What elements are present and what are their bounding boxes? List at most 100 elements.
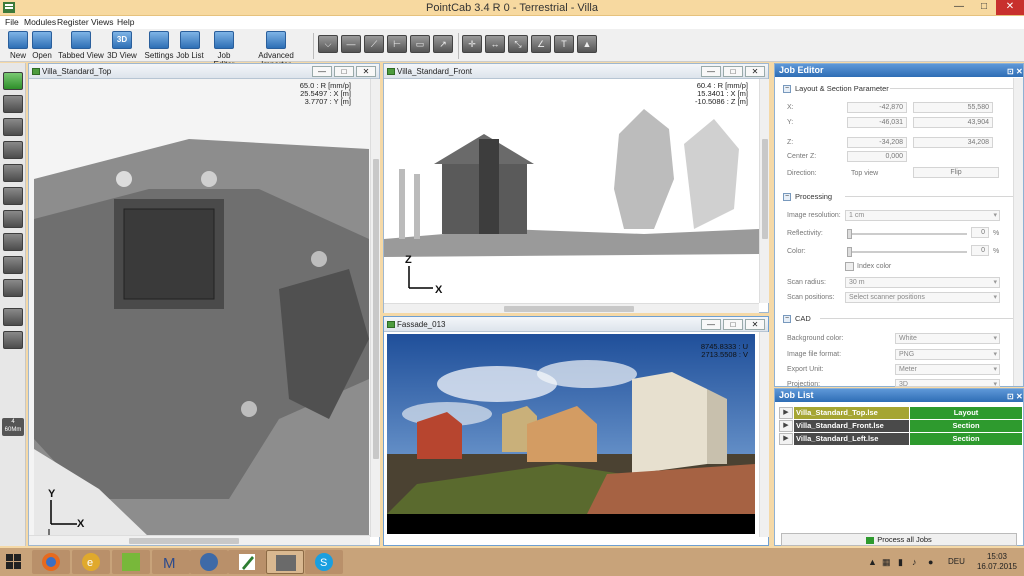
table-icon[interactable] bbox=[3, 141, 23, 159]
move-icon[interactable]: ✛ bbox=[462, 35, 482, 53]
minimize-view-button[interactable]: — bbox=[701, 66, 721, 77]
top-view-vscroll[interactable] bbox=[370, 79, 380, 537]
job-editor-scrollbar[interactable] bbox=[1013, 78, 1023, 386]
tray-arrow-icon[interactable]: ▲ bbox=[868, 557, 877, 567]
draw-diagonal-icon[interactable]: ⟋ bbox=[364, 35, 384, 53]
menu-modules[interactable]: Modules bbox=[24, 17, 56, 27]
draw-line-icon[interactable]: — bbox=[341, 35, 361, 53]
3d-view-button[interactable]: 3D 3D View bbox=[106, 31, 138, 60]
draw-rectangle-icon[interactable]: ▭ bbox=[410, 35, 430, 53]
windows-start-icon[interactable] bbox=[6, 554, 22, 570]
front-view-window[interactable]: Villa_Standard_Front — □ ✕ 60.4 : R [mm/… bbox=[383, 63, 769, 313]
angle-icon[interactable]: ∠ bbox=[531, 35, 551, 53]
flip-button[interactable]: Flip bbox=[913, 167, 999, 178]
menu-register[interactable]: Register bbox=[57, 17, 89, 27]
collapse-icon[interactable]: − bbox=[783, 85, 791, 94]
draw-segment-icon[interactable]: ⊢ bbox=[387, 35, 407, 53]
close-view-button[interactable]: ✕ bbox=[745, 66, 765, 77]
panorama-window[interactable]: Fassade_013 — □ ✕ 8745.8333 : U 2713.550… bbox=[383, 316, 769, 546]
color-field[interactable]: 0 bbox=[971, 245, 989, 256]
minimize-button[interactable]: — bbox=[946, 0, 972, 15]
resize-icon[interactable]: ↔ bbox=[485, 35, 505, 53]
terrain-icon[interactable] bbox=[3, 233, 23, 251]
job-row[interactable]: ▶ Villa_Standard_Top.lse Layout bbox=[779, 407, 1022, 419]
scale-icon[interactable]: ⤡ bbox=[508, 35, 528, 53]
skype-icon[interactable]: S bbox=[305, 550, 343, 574]
minimize-view-button[interactable]: — bbox=[312, 66, 332, 77]
z-min-field[interactable]: -34,208 bbox=[847, 137, 907, 148]
x-min-field[interactable]: -42,870 bbox=[847, 102, 907, 113]
panorama-icon[interactable] bbox=[3, 308, 23, 326]
app-pen-icon[interactable] bbox=[228, 550, 266, 574]
pin-icon[interactable]: ⊡ bbox=[1007, 390, 1014, 403]
top-view-window[interactable]: Villa_Standard_Top — □ ✕ 65.0 : R [mm/p]… bbox=[28, 63, 380, 546]
job-row[interactable]: ▶ Villa_Standard_Left.lse Section bbox=[779, 433, 1022, 445]
play-icon[interactable]: ▶ bbox=[779, 420, 793, 432]
maximize-view-button[interactable]: □ bbox=[723, 319, 743, 330]
front-view-vscroll[interactable] bbox=[759, 79, 769, 303]
maximize-view-button[interactable]: □ bbox=[334, 66, 354, 77]
close-panel-icon[interactable]: ✕ bbox=[1016, 390, 1023, 403]
pointcab-taskbar-icon[interactable] bbox=[266, 550, 304, 574]
section-layout[interactable]: − Layout & Section Parameter bbox=[783, 84, 889, 94]
hatch-icon[interactable]: ▲ bbox=[577, 35, 597, 53]
network-icon[interactable]: ▦ bbox=[882, 557, 891, 568]
collapse-icon[interactable]: − bbox=[783, 193, 791, 202]
play-icon[interactable]: ▶ bbox=[779, 433, 793, 445]
close-panel-icon[interactable]: ✕ bbox=[1016, 65, 1023, 78]
section-cad[interactable]: − CAD bbox=[783, 314, 811, 324]
cube-icon[interactable] bbox=[3, 210, 23, 228]
y-min-field[interactable]: -46,031 bbox=[847, 117, 907, 128]
file-format-select[interactable]: PNG bbox=[895, 349, 1000, 360]
z-max-field[interactable]: 34,208 bbox=[913, 137, 993, 148]
select-cursor-icon[interactable] bbox=[3, 72, 23, 90]
clock[interactable]: 15:03 16.07.2015 bbox=[970, 552, 1024, 572]
center-z-field[interactable]: 0,000 bbox=[847, 151, 907, 162]
grid-icon[interactable] bbox=[3, 118, 23, 136]
compass-icon[interactable] bbox=[3, 331, 23, 349]
x-max-field[interactable]: 55,580 bbox=[913, 102, 993, 113]
close-view-button[interactable]: ✕ bbox=[745, 319, 765, 330]
draw-measure-icon[interactable]: ↗ bbox=[433, 35, 453, 53]
collapse-icon[interactable]: − bbox=[783, 315, 791, 324]
menu-file[interactable]: File bbox=[5, 17, 19, 27]
layer-icon[interactable] bbox=[3, 95, 23, 113]
panorama-image[interactable] bbox=[387, 334, 755, 534]
draw-polyline-icon[interactable]: ⌵ bbox=[318, 35, 338, 53]
undo-icon[interactable] bbox=[3, 279, 23, 297]
index-color-checkbox[interactable] bbox=[845, 262, 854, 271]
section-processing[interactable]: − Processing bbox=[783, 192, 832, 202]
color-slider[interactable] bbox=[847, 247, 967, 257]
ruler-icon[interactable] bbox=[3, 256, 23, 274]
panorama-vscroll[interactable] bbox=[759, 332, 769, 537]
maximize-view-button[interactable]: □ bbox=[723, 66, 743, 77]
menu-views[interactable]: Views bbox=[91, 17, 114, 27]
maximize-button[interactable]: □ bbox=[971, 0, 997, 15]
export-unit-select[interactable]: Meter bbox=[895, 364, 1000, 375]
crop-icon[interactable] bbox=[3, 187, 23, 205]
y-max-field[interactable]: 43,904 bbox=[913, 117, 993, 128]
rotate-icon[interactable] bbox=[3, 164, 23, 182]
app-globe-icon[interactable] bbox=[190, 550, 228, 574]
open-button[interactable]: Open bbox=[29, 31, 55, 60]
language-indicator[interactable]: DEU bbox=[948, 557, 965, 566]
job-row[interactable]: ▶ Villa_Standard_Front.lse Section bbox=[779, 420, 1022, 432]
volume-icon[interactable]: ♪ bbox=[912, 557, 917, 567]
front-view-hscroll[interactable] bbox=[384, 303, 759, 313]
signal-icon[interactable]: ▮ bbox=[898, 557, 903, 568]
scan-positions-select[interactable]: Select scanner positions bbox=[845, 292, 1000, 303]
reflectivity-slider[interactable] bbox=[847, 229, 967, 239]
process-all-jobs-button[interactable]: Process all Jobs bbox=[781, 533, 1017, 546]
text-icon[interactable]: T bbox=[554, 35, 574, 53]
reflectivity-field[interactable]: 0 bbox=[971, 227, 989, 238]
minimize-view-button[interactable]: — bbox=[701, 319, 721, 330]
tabbed-view-button[interactable]: Tabbed View bbox=[58, 31, 104, 60]
job-list-button[interactable]: Job List bbox=[176, 31, 204, 60]
app-m-icon[interactable]: M bbox=[152, 550, 190, 574]
app-e-icon[interactable]: e bbox=[72, 550, 110, 574]
qgis-icon[interactable] bbox=[112, 550, 150, 574]
new-button[interactable]: New bbox=[5, 31, 31, 60]
projection-select[interactable]: 3D bbox=[895, 379, 1000, 390]
top-view-hscroll[interactable] bbox=[29, 535, 370, 545]
background-color-select[interactable]: White bbox=[895, 333, 1000, 344]
